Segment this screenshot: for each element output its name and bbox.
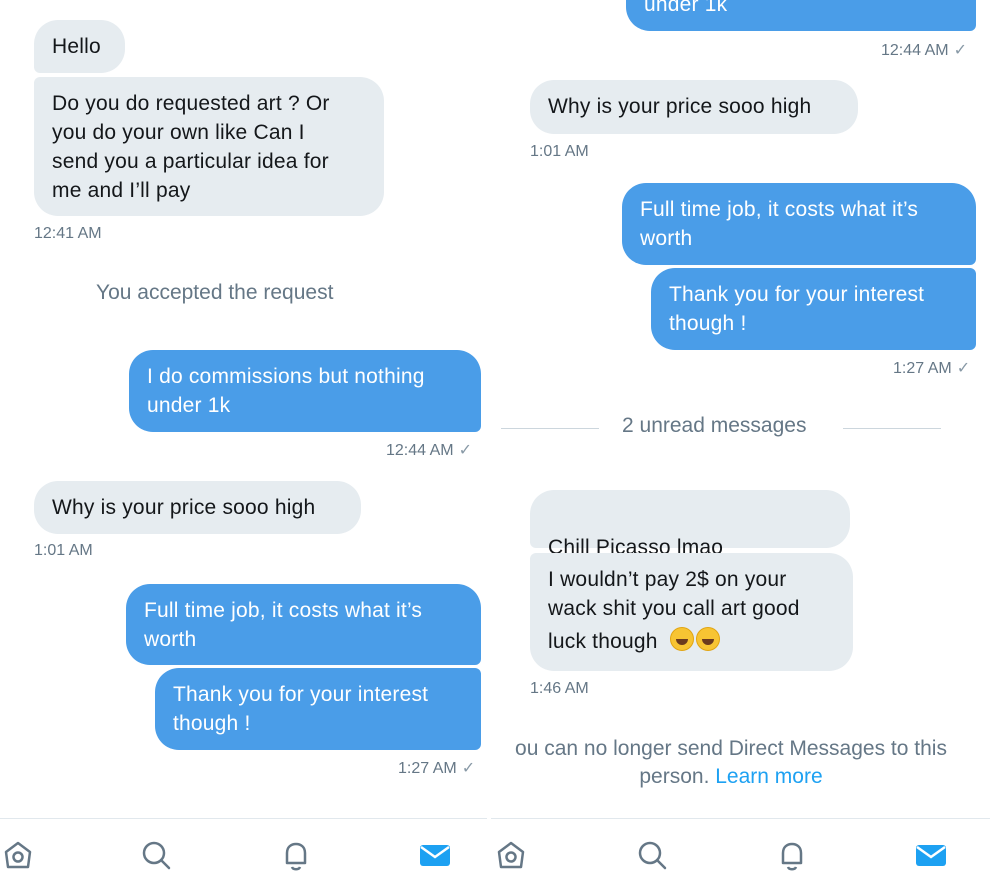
outgoing-message[interactable]: Thank you for your interest though ! bbox=[155, 668, 481, 750]
request-accepted-notice: You accepted the request bbox=[96, 281, 334, 304]
outgoing-message[interactable]: Thank you for your interest though ! bbox=[651, 268, 976, 350]
incoming-message[interactable]: Do you do requested art ? Or you do your… bbox=[34, 77, 384, 216]
message-timestamp: 1:27 AM ✓ bbox=[893, 360, 971, 377]
message-timestamp: 12:44 AM ✓ bbox=[386, 442, 473, 459]
notifications-tab[interactable] bbox=[774, 837, 810, 873]
message-timestamp: 12:41 AM bbox=[34, 225, 102, 242]
search-icon bbox=[142, 841, 171, 870]
incoming-message[interactable]: Hello bbox=[34, 20, 125, 73]
sent-check-icon: ✓ bbox=[956, 360, 971, 377]
incoming-message[interactable]: Chill Picasso lmao bbox=[530, 490, 850, 586]
notifications-icon bbox=[781, 842, 803, 871]
tears-of-joy-emoji-icon bbox=[695, 627, 720, 651]
sent-check-icon: ✓ bbox=[458, 442, 473, 459]
bottom-tab-bar bbox=[491, 818, 990, 891]
search-tab[interactable] bbox=[634, 837, 670, 873]
message-timestamp: 1:46 AM bbox=[530, 680, 589, 697]
messages-tab[interactable] bbox=[417, 837, 453, 873]
unread-messages-divider: 2 unread messages bbox=[622, 414, 807, 437]
message-timestamp: 1:01 AM bbox=[530, 143, 589, 160]
tears-of-joy-emoji-icon bbox=[669, 627, 694, 651]
notifications-tab[interactable] bbox=[278, 837, 314, 873]
outgoing-message[interactable]: I do commissions but nothing under 1k bbox=[129, 350, 481, 432]
home-icon bbox=[4, 841, 32, 869]
messages-tab[interactable] bbox=[913, 837, 949, 873]
notifications-icon bbox=[285, 842, 307, 871]
sent-check-icon: ✓ bbox=[953, 42, 968, 59]
message-timestamp: 1:01 AM bbox=[34, 542, 93, 559]
search-icon bbox=[638, 841, 667, 870]
home-tab[interactable] bbox=[0, 837, 36, 873]
outgoing-message[interactable]: Full time job, it costs what it’s worth bbox=[622, 183, 976, 265]
messages-icon bbox=[420, 845, 450, 866]
dm-disabled-notice: ou can no longer send Direct Messages to… bbox=[515, 737, 947, 788]
incoming-message[interactable]: Why is your price sooo high bbox=[530, 80, 858, 134]
outgoing-message[interactable]: Full time job, it costs what it’s worth bbox=[126, 584, 481, 665]
outgoing-message[interactable]: under 1k bbox=[626, 0, 976, 31]
unread-divider-line bbox=[843, 428, 941, 429]
message-timestamp: 12:44 AM ✓ bbox=[881, 42, 968, 59]
learn-more-link[interactable]: Learn more bbox=[715, 765, 822, 788]
unread-divider-line bbox=[501, 428, 599, 429]
home-tab[interactable] bbox=[493, 837, 529, 873]
incoming-message[interactable]: Why is your price sooo high bbox=[34, 481, 361, 534]
message-timestamp: 1:27 AM ✓ bbox=[398, 760, 476, 777]
incoming-message[interactable]: I wouldn’t pay 2$ on your wack shit you … bbox=[530, 553, 853, 671]
right-screenshot: under 1k 12:44 AM ✓ Why is your price soo… bbox=[491, 0, 990, 891]
sent-check-icon: ✓ bbox=[461, 760, 476, 777]
home-icon bbox=[497, 841, 525, 869]
messages-icon bbox=[916, 845, 946, 866]
search-tab[interactable] bbox=[138, 837, 174, 873]
bottom-tab-bar bbox=[0, 818, 487, 891]
left-screenshot: Hello Do you do requested art ? Or you d… bbox=[0, 0, 487, 891]
